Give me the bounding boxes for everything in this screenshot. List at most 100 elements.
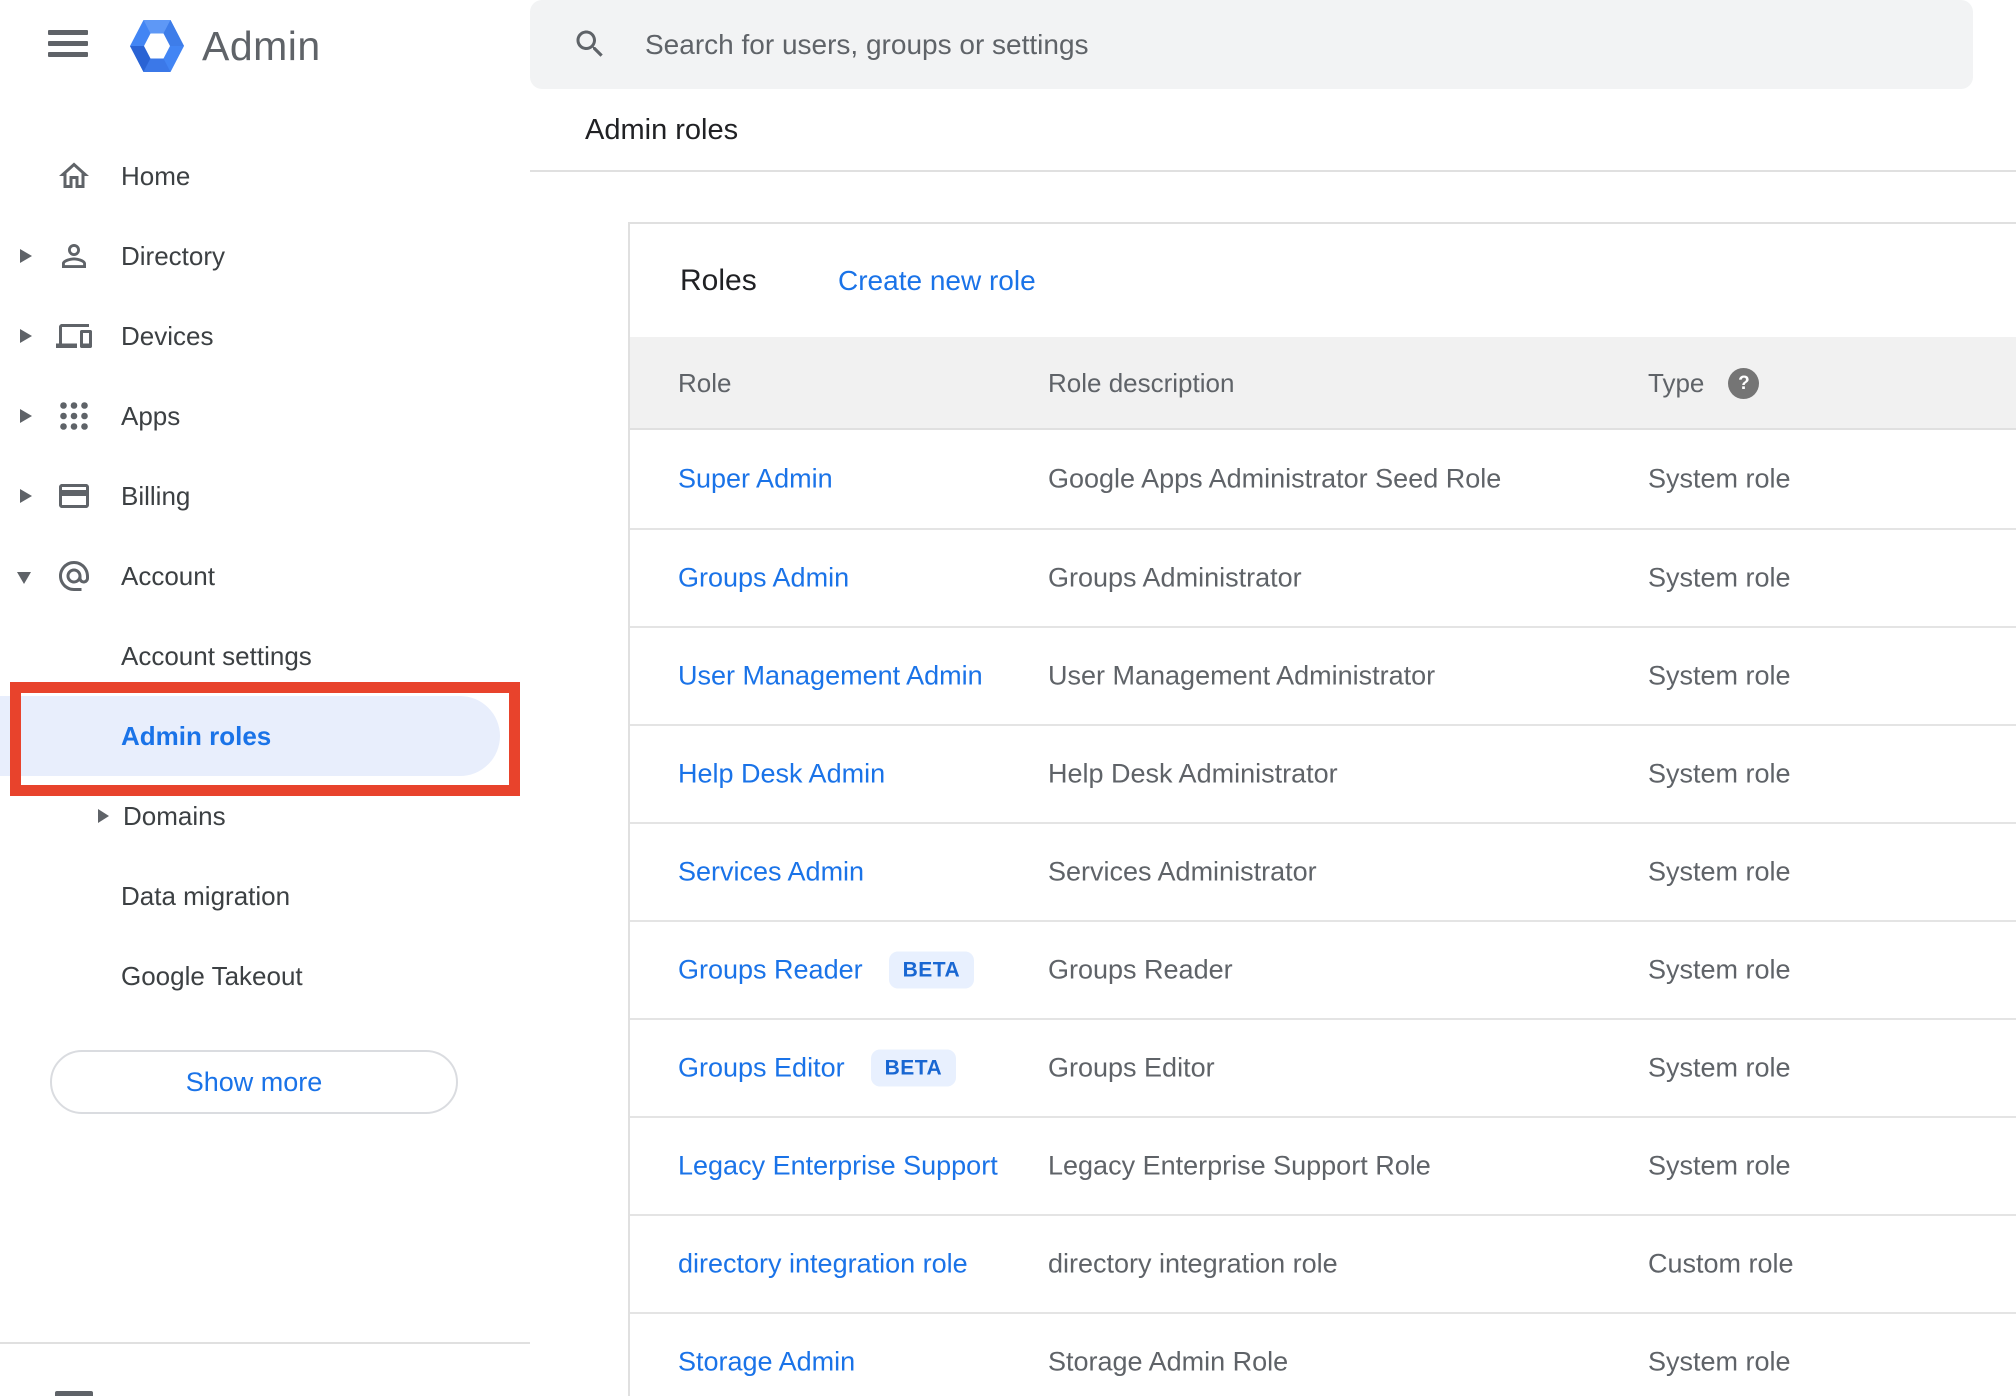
role-type: System role (1648, 660, 1791, 691)
role-type: System role (1648, 562, 1791, 593)
help-icon[interactable]: ? (1728, 368, 1760, 399)
table-row: Legacy Enterprise Support Legacy Enterpr… (630, 1116, 2016, 1214)
sidebar-item-apps[interactable]: Apps (0, 376, 530, 456)
sidebar-item-account[interactable]: Account (0, 536, 530, 616)
chevron-right-icon[interactable] (20, 249, 32, 263)
partial-bottom-icon (55, 1391, 93, 1396)
person-icon (56, 238, 92, 274)
role-type: Custom role (1648, 1248, 1794, 1279)
role-description: Groups Administrator (1048, 562, 1302, 593)
table-row: directory integration role directory int… (630, 1214, 2016, 1312)
sidebar-item-label: Directory (121, 241, 226, 271)
sidebar-item-label: Devices (121, 321, 214, 351)
card-title: Roles (680, 264, 757, 297)
breadcrumb: Admin roles (585, 114, 739, 146)
app-title: Admin (202, 23, 321, 69)
sidebar-item-label: Billing (121, 481, 191, 511)
role-description: Legacy Enterprise Support Role (1048, 1150, 1431, 1181)
admin-logo-icon (128, 18, 186, 74)
role-link[interactable]: Groups Reader (678, 955, 863, 986)
sidebar-item-label: Account (121, 561, 215, 591)
role-link[interactable]: Super Admin (678, 464, 833, 495)
sidebar-item-label: Apps (121, 401, 181, 431)
role-link[interactable]: Legacy Enterprise Support (678, 1151, 998, 1182)
sidebar-item-account-settings[interactable]: Account settings (0, 616, 530, 696)
chevron-right-icon[interactable] (98, 809, 109, 823)
search-input[interactable] (645, 0, 1925, 89)
admin-console-screen: Admin Home Directory Devices Apps Billin… (0, 0, 2016, 1396)
credit-card-icon (56, 478, 92, 514)
chevron-down-icon[interactable] (17, 572, 31, 584)
role-link[interactable]: Services Admin (678, 857, 864, 888)
header-divider (530, 170, 2016, 172)
menu-bar (48, 30, 88, 35)
table-row: Help Desk Admin Help Desk Administrator … (630, 724, 2016, 822)
sidebar-item-home[interactable]: Home (0, 136, 530, 216)
role-description: Google Apps Administrator Seed Role (1048, 463, 1502, 494)
sidebar-item-directory[interactable]: Directory (0, 216, 530, 296)
menu-bar (48, 41, 88, 46)
column-header-type: Type ? (1648, 337, 1760, 430)
column-header-type-label: Type (1648, 368, 1705, 398)
role-type: System role (1648, 758, 1791, 789)
role-type: System role (1648, 1346, 1791, 1377)
roles-card-header: Roles Create new role (630, 224, 2016, 337)
create-new-role-link[interactable]: Create new role (838, 224, 1036, 337)
sidebar-item-data-migration[interactable]: Data migration (0, 856, 530, 936)
table-header: Role Role description Type ? (630, 337, 2016, 430)
role-type: System role (1648, 463, 1791, 494)
sidebar-item-label: Home (121, 161, 191, 191)
show-more-button[interactable]: Show more (50, 1050, 458, 1114)
role-link[interactable]: Storage Admin (678, 1347, 855, 1378)
search-bar[interactable] (530, 0, 1973, 89)
role-link[interactable]: User Management Admin (678, 661, 983, 692)
sidebar-item-label: Google Takeout (121, 961, 303, 991)
sidebar-item-devices[interactable]: Devices (0, 296, 530, 376)
role-link[interactable]: Help Desk Admin (678, 759, 885, 790)
column-header-description: Role description (1048, 368, 1235, 398)
role-description: User Management Administrator (1048, 660, 1436, 691)
roles-card: Roles Create new role Role Role descript… (628, 222, 2016, 1396)
table-row: Groups Editor BETA Groups Editor System … (630, 1018, 2016, 1116)
sidebar-item-admin-roles[interactable]: Admin roles (0, 696, 530, 776)
table-row: Groups Reader BETA Groups Reader System … (630, 920, 2016, 1018)
role-type: System role (1648, 954, 1791, 985)
search-icon (572, 26, 608, 62)
chevron-right-icon[interactable] (20, 489, 32, 503)
role-type: System role (1648, 856, 1791, 887)
sidebar: Admin Home Directory Devices Apps Billin… (0, 0, 530, 1396)
sidebar-bottom-divider (0, 1342, 530, 1344)
sidebar-item-label: Domains (123, 801, 226, 831)
roles-table-body: Super Admin Google Apps Administrator Se… (630, 430, 2016, 1396)
sidebar-item-domains[interactable]: Domains (0, 776, 530, 856)
table-row: User Management Admin User Management Ad… (630, 626, 2016, 724)
role-link[interactable]: Groups Admin (678, 563, 849, 594)
at-sign-icon (56, 558, 92, 594)
role-link[interactable]: directory integration role (678, 1249, 968, 1280)
devices-icon (56, 318, 92, 354)
table-row: Super Admin Google Apps Administrator Se… (630, 430, 2016, 528)
role-link[interactable]: Groups Editor (678, 1053, 845, 1084)
table-row: Services Admin Services Administrator Sy… (630, 822, 2016, 920)
table-row: Storage Admin Storage Admin Role System … (630, 1312, 2016, 1396)
menu-bar (48, 52, 88, 57)
menu-icon[interactable] (48, 30, 88, 57)
role-description: Groups Reader (1048, 954, 1233, 985)
chevron-right-icon[interactable] (20, 329, 32, 343)
role-description: Services Administrator (1048, 856, 1317, 887)
role-description: Groups Editor (1048, 1052, 1215, 1083)
column-header-role: Role (678, 368, 732, 398)
apps-grid-icon (56, 398, 92, 434)
chevron-right-icon[interactable] (20, 409, 32, 423)
sidebar-item-google-takeout[interactable]: Google Takeout (0, 936, 530, 1016)
sidebar-item-billing[interactable]: Billing (0, 456, 530, 536)
role-description: directory integration role (1048, 1248, 1338, 1279)
role-description: Storage Admin Role (1048, 1346, 1289, 1377)
beta-badge: BETA (870, 1049, 957, 1087)
sidebar-item-label: Data migration (121, 881, 291, 911)
sidebar-item-label: Account settings (121, 641, 312, 671)
role-description: Help Desk Administrator (1048, 758, 1338, 789)
beta-badge: BETA (888, 951, 975, 989)
role-type: System role (1648, 1150, 1791, 1181)
sidebar-item-label: Admin roles (121, 721, 272, 751)
